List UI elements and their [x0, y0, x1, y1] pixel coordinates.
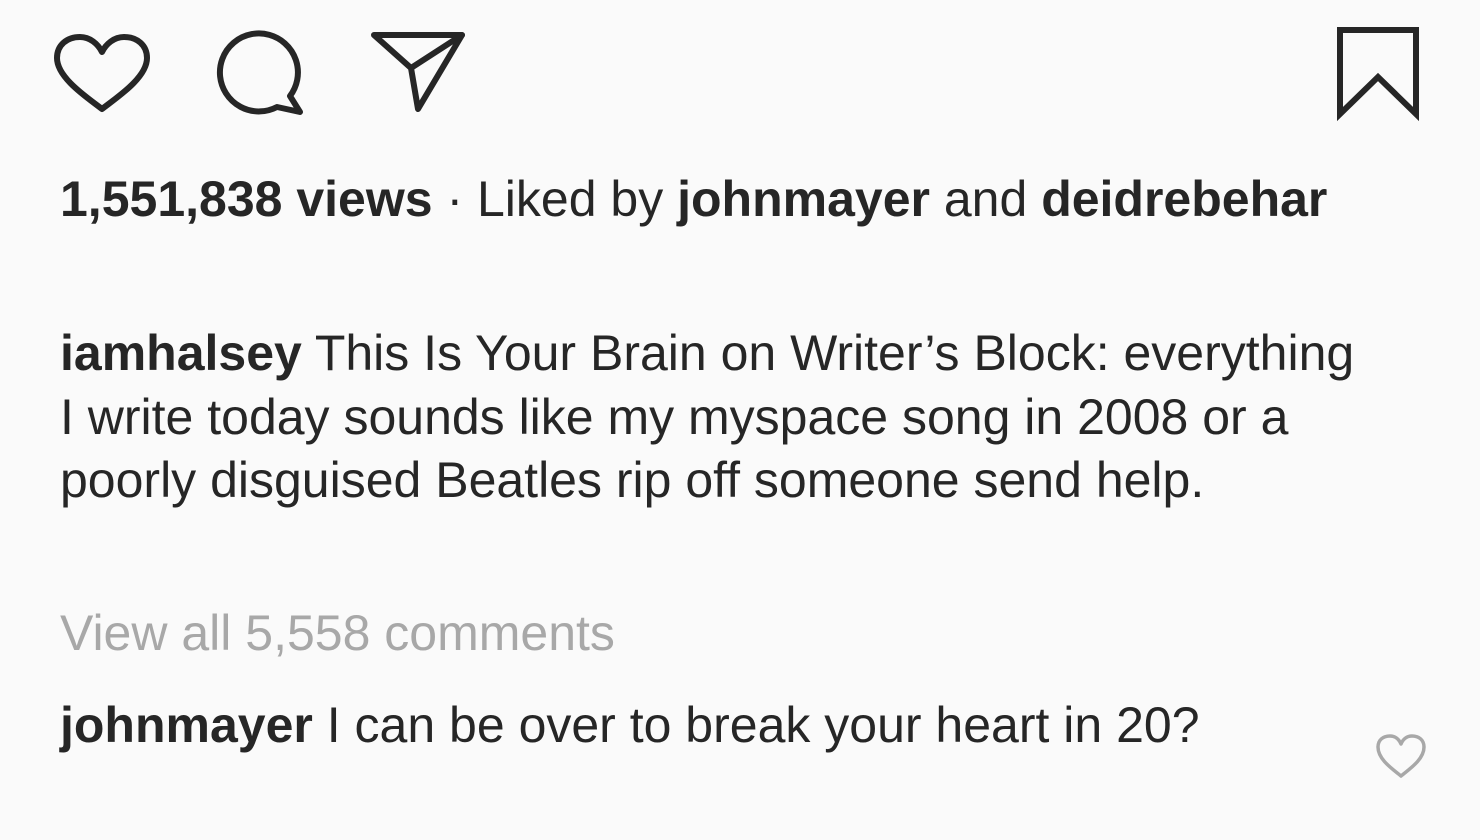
post-stats: 1,551,838 views · Liked by johnmayer and…	[60, 168, 1420, 231]
comment-bubble-icon	[216, 30, 303, 115]
stats-separator: ·	[432, 171, 477, 227]
post-caption: iamhalsey This Is Your Brain on Writer’s…	[60, 322, 1380, 513]
liked-by-prefix: Liked by	[476, 171, 678, 227]
share-button[interactable]	[370, 30, 466, 112]
comment-username[interactable]: johnmayer	[60, 697, 313, 753]
comment-item: johnmayer I can be over to break your he…	[60, 694, 1290, 758]
view-count: 1,551,838 views	[60, 171, 433, 227]
paper-plane-icon	[371, 32, 465, 112]
comment-button[interactable]	[214, 30, 306, 116]
save-button[interactable]	[1336, 26, 1420, 122]
heart-icon	[54, 34, 150, 112]
liked-by-user-deidrebehar[interactable]: deidrebehar	[1041, 171, 1327, 227]
like-button[interactable]	[54, 34, 150, 114]
liked-by-user-johnmayer[interactable]: johnmayer	[677, 171, 930, 227]
liked-by-and: and	[929, 171, 1042, 227]
bookmark-icon	[1337, 27, 1419, 122]
comment-like-button[interactable]	[1376, 734, 1426, 780]
view-all-comments-link[interactable]: View all 5,558 comments	[60, 602, 615, 665]
comment-text: I can be over to break your heart in 20?	[326, 697, 1200, 753]
caption-username[interactable]: iamhalsey	[60, 325, 302, 381]
heart-outline-icon	[1376, 734, 1426, 778]
post-action-bar	[0, 0, 1480, 140]
